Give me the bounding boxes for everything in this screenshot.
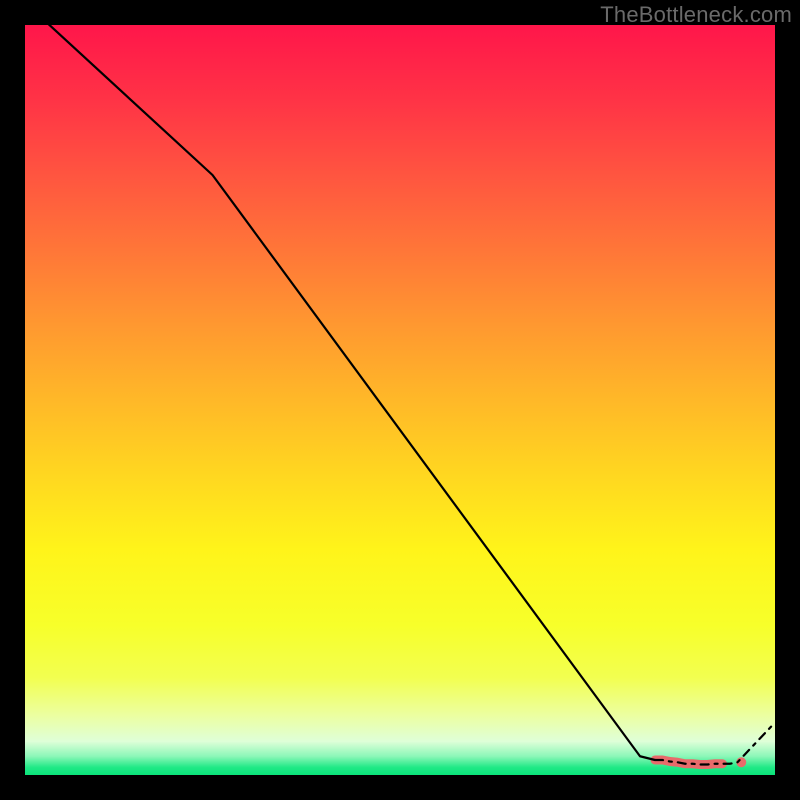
curve-solid <box>25 25 655 760</box>
salmon-highlight <box>655 760 723 765</box>
plot-area <box>25 25 775 775</box>
plot-frame <box>25 25 775 775</box>
watermark-text: TheBottleneck.com <box>600 2 792 28</box>
bottleneck-curve <box>25 25 775 775</box>
